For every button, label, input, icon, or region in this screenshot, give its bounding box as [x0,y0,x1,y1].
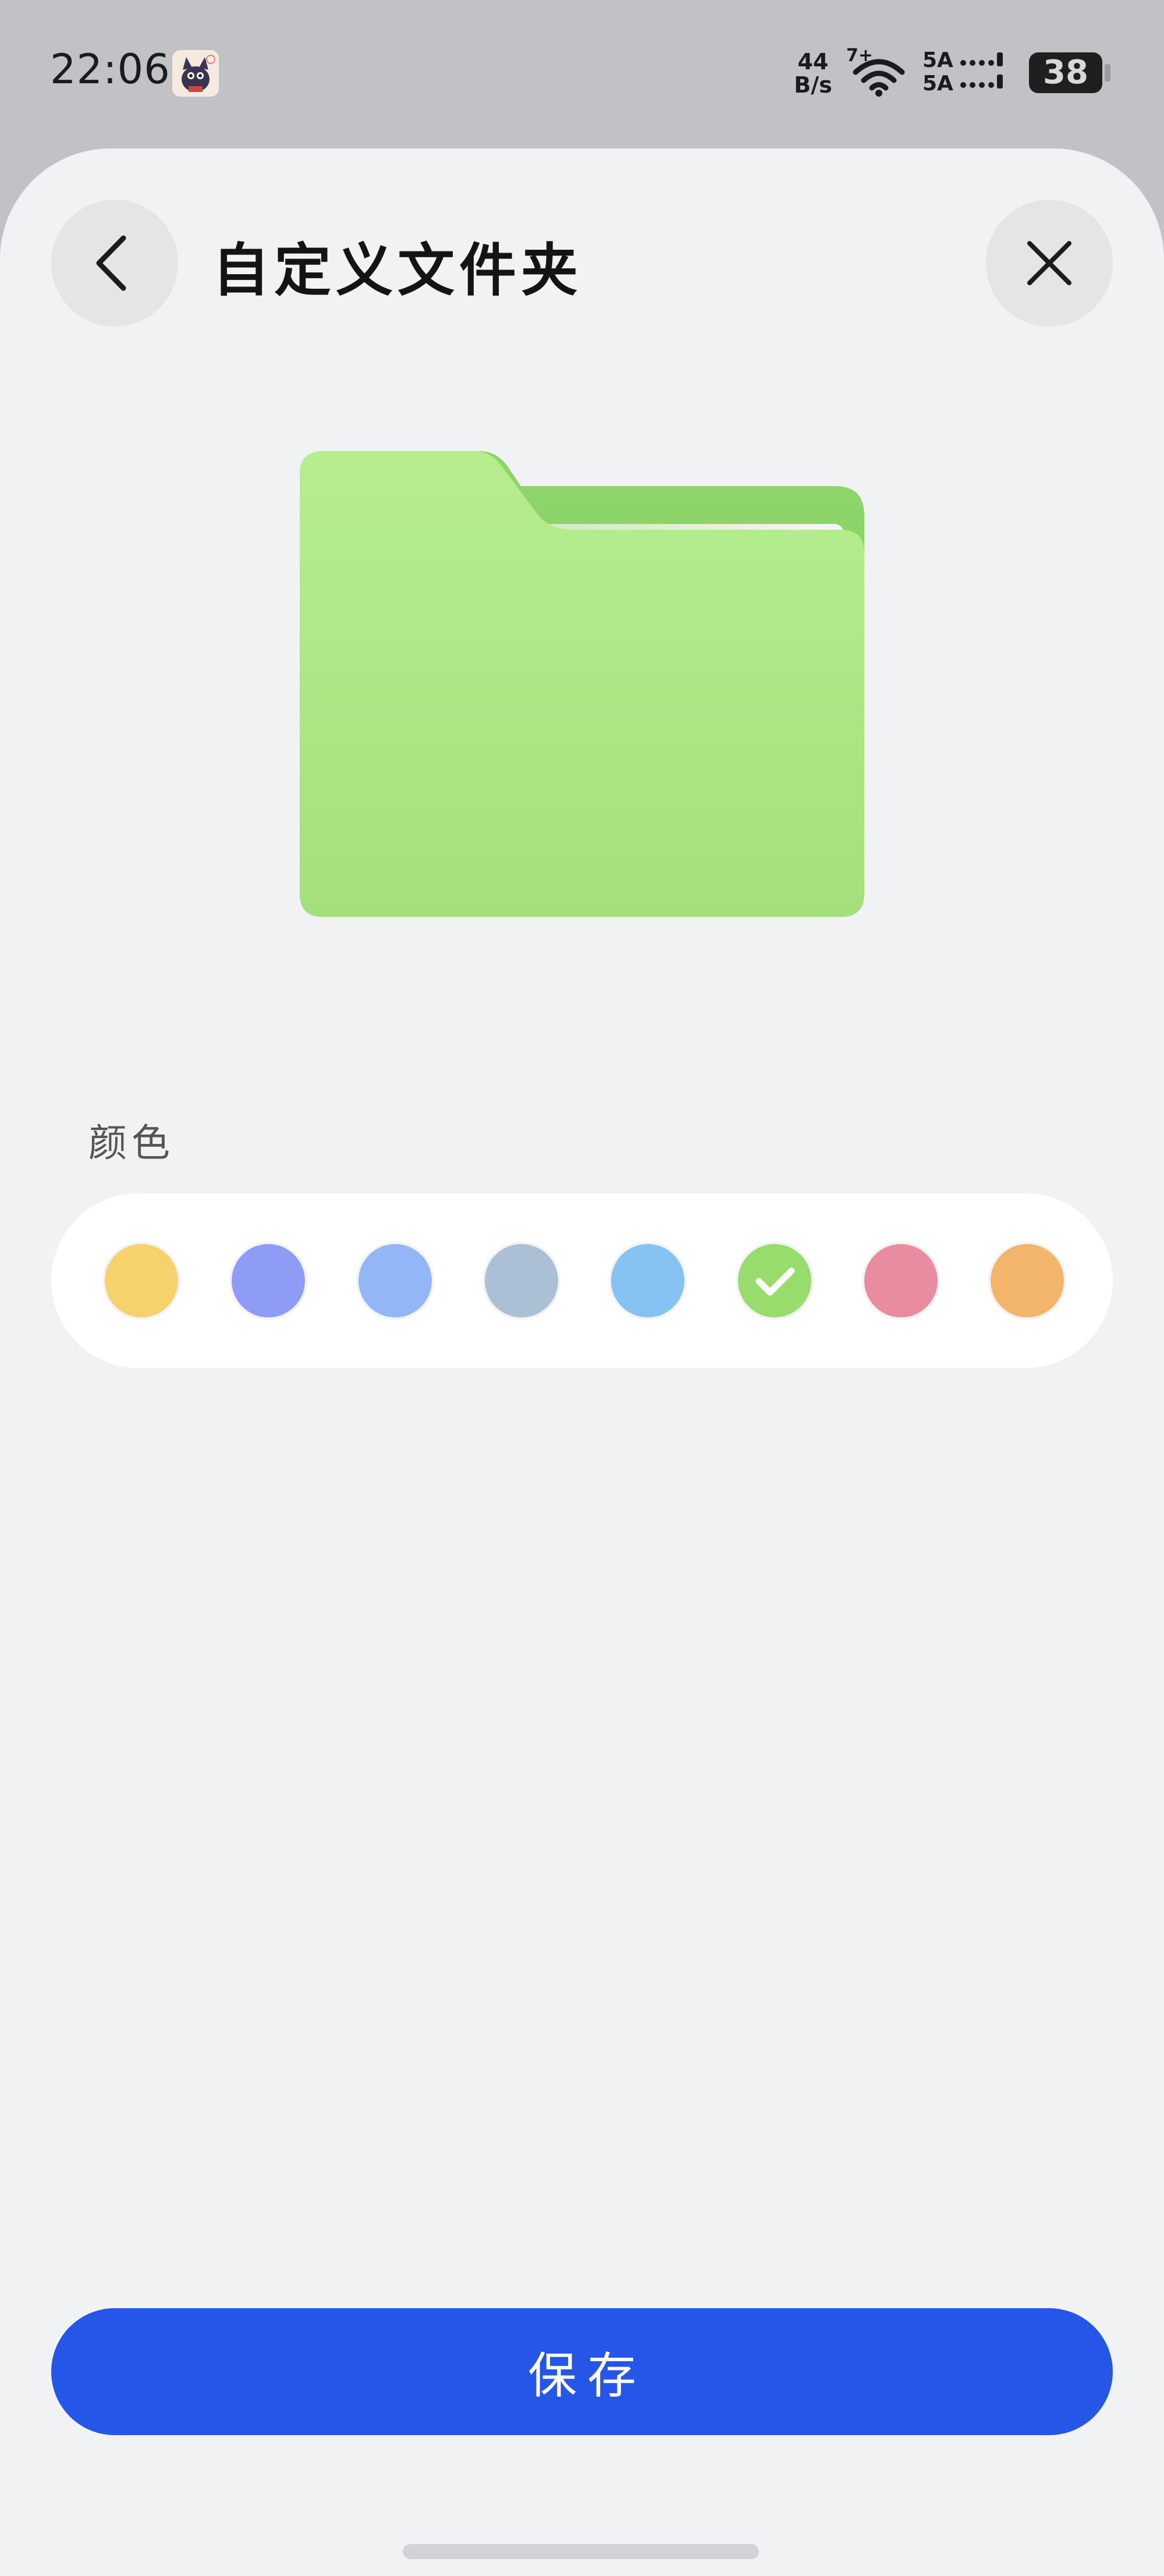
color-swatch-gray-blue[interactable] [485,1244,558,1317]
back-button[interactable] [51,200,178,327]
signal-sim2-label: 5A [922,72,953,95]
home-indicator[interactable] [403,2544,759,2559]
battery-icon: 38 [1029,52,1102,93]
wifi-badge: 7+ [846,45,874,66]
network-speed-unit: B/s [794,72,832,98]
save-button[interactable]: 保存 [51,2308,1113,2435]
color-section-label: 颜色 [88,1121,175,1165]
network-speed-value: 44 [797,49,829,75]
checkmark-icon [755,1267,795,1296]
app-avatar-icon [172,50,219,97]
network-speed: 44 B/s [793,50,833,97]
status-time: 22:06 [50,45,171,93]
cellular-signal-icon: 5A 5A [922,49,1016,98]
wifi-icon: 7+ [846,45,908,98]
color-swatch-pink[interactable] [864,1244,938,1317]
close-icon [1027,241,1071,285]
color-swatch-green[interactable] [738,1244,811,1317]
status-bar: 22:06 44 B/s 7+ 5A 5A 38 [0,0,1164,148]
color-swatch-purple[interactable] [232,1244,305,1317]
battery-level: 38 [1043,54,1088,91]
signal-sim1-label: 5A [922,48,953,72]
color-swatch-yellow[interactable] [105,1244,178,1317]
folder-preview [300,451,864,917]
close-button[interactable] [986,200,1113,327]
color-swatch-light-blue[interactable] [359,1244,432,1317]
page-title: 自定义文件夹 [212,237,583,304]
color-swatch-sky-blue[interactable] [611,1244,684,1317]
color-swatch-orange[interactable] [991,1244,1064,1317]
color-picker [51,1193,1113,1368]
folder-icon [300,451,864,917]
customize-folder-sheet: 自定义文件夹 颜色 保存 [0,148,1164,2576]
chevron-left-icon [96,235,126,291]
battery-nub [1105,64,1110,82]
